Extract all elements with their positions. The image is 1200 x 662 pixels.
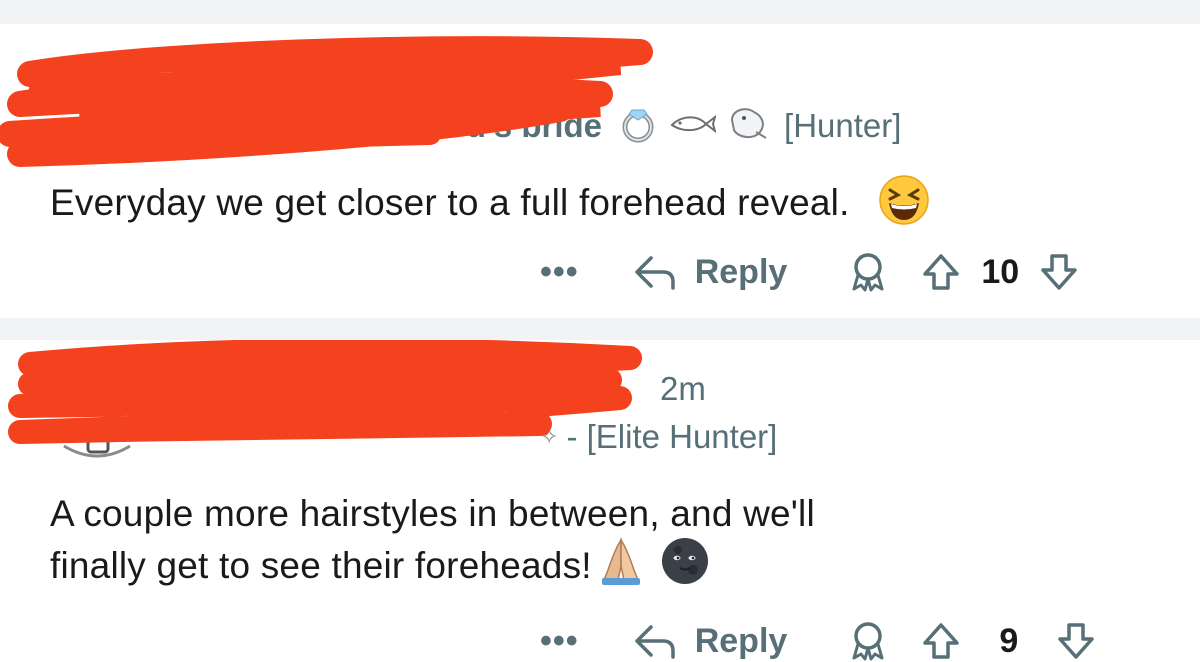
sparkle-icon: ✧: [540, 424, 559, 449]
vote-score: 10: [981, 252, 1020, 291]
downvote-icon: [1058, 623, 1094, 659]
comment-2: 2m ✧ - [Elite Hunter] A couple more hair…: [0, 340, 1200, 661]
creature-icon: [726, 102, 770, 150]
downvote-button[interactable]: [1039, 252, 1079, 292]
comment-text-line-2-row: finally get to see their foreheads!: [50, 536, 815, 596]
comment-body: A couple more hairstyles in between, and…: [50, 492, 815, 596]
grinning-squinting-face-icon: [878, 174, 930, 236]
comment-1: God's bride [Hunter] Everyday we get clo…: [0, 24, 1200, 318]
comment-meta: ✧ - [Elite Hunter]: [540, 418, 777, 456]
downvote-icon: [1041, 254, 1077, 290]
award-button[interactable]: [847, 620, 889, 662]
reply-button[interactable]: Reply: [633, 621, 788, 661]
timestamp-row: 2m: [660, 370, 706, 408]
comment-separator: [0, 318, 1200, 340]
top-separator: [0, 0, 1200, 24]
reply-arrow-icon: [634, 625, 675, 659]
reply-arrow-icon: [634, 256, 675, 290]
comment-text: Everyday we get closer to a full forehea…: [50, 181, 850, 223]
upvote-button[interactable]: [921, 621, 961, 661]
comment-text-line-1: A couple more hairstyles in between, and…: [50, 493, 815, 534]
fish-icon: [668, 107, 717, 145]
more-options-button[interactable]: •••: [540, 253, 579, 292]
award-icon: [852, 253, 884, 292]
comment-actions: ••• Reply 10: [540, 251, 1079, 293]
comment-actions: ••• Reply 9: [540, 620, 1096, 662]
upvote-button[interactable]: [921, 252, 961, 292]
user-flair: [Hunter]: [784, 107, 902, 144]
comment-meta: God's bride [Hunter]: [420, 100, 901, 152]
user-flair: - [Elite Hunter]: [566, 418, 778, 455]
vote-score: 9: [999, 621, 1019, 660]
avatar-icon: [58, 426, 136, 471]
username[interactable]: God's bride: [420, 107, 602, 145]
comment-text-line-2: finally get to see their foreheads!: [50, 545, 592, 586]
new-moon-face-icon: [660, 536, 710, 596]
reply-label: Reply: [694, 252, 788, 291]
reply-button[interactable]: Reply: [633, 252, 788, 292]
downvote-button[interactable]: [1056, 621, 1096, 661]
more-options-button[interactable]: •••: [540, 622, 579, 661]
folded-hands-icon: [596, 536, 646, 596]
award-button[interactable]: [847, 251, 889, 293]
timestamp: 2m: [660, 370, 706, 407]
award-icon: [852, 622, 884, 661]
reply-label: Reply: [694, 621, 788, 660]
comment-body: Everyday we get closer to a full forehea…: [50, 174, 930, 236]
upvote-icon: [923, 254, 960, 290]
upvote-icon: [923, 623, 960, 659]
ring-icon: [616, 100, 660, 152]
